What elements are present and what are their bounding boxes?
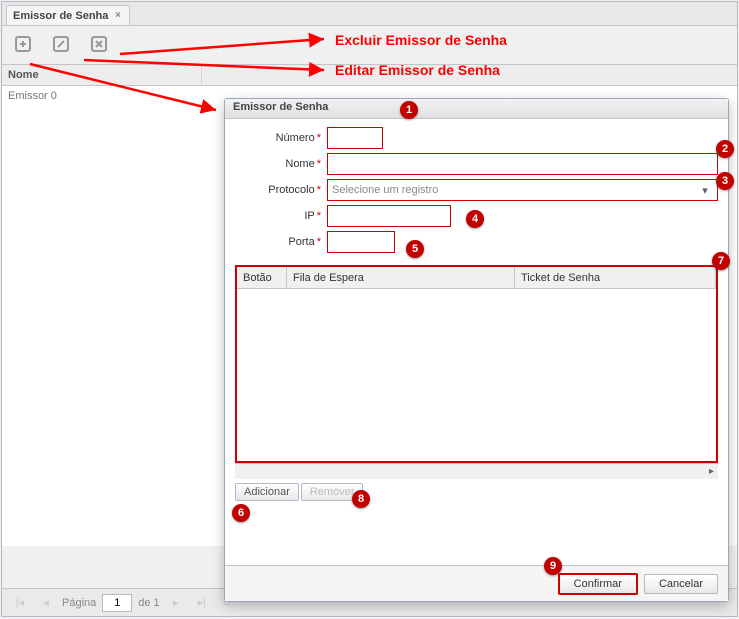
subgrid-body[interactable]	[237, 289, 716, 461]
tab-label: Emissor de Senha	[13, 10, 108, 22]
modal-footer: Confirmar Cancelar	[225, 565, 728, 601]
protocolo-placeholder: Selecione um registro	[332, 184, 438, 196]
cell-nome: Emissor 0	[8, 90, 57, 102]
next-page-button[interactable]: ▸	[166, 593, 186, 613]
remover-button[interactable]: Remover	[301, 483, 364, 501]
porta-input[interactable]	[327, 231, 395, 253]
numero-input[interactable]	[327, 127, 383, 149]
prev-page-button[interactable]: ◂	[36, 593, 56, 613]
close-icon[interactable]: ×	[112, 10, 123, 21]
subgrid: Botão Fila de Espera Ticket de Senha	[235, 265, 718, 463]
sub-toolbar: Adicionar Remover	[225, 479, 728, 505]
last-page-button[interactable]: ▸|	[192, 593, 212, 613]
subgrid-header: Botão Fila de Espera Ticket de Senha	[237, 267, 716, 289]
protocolo-select[interactable]: Selecione um registro ▾	[327, 179, 718, 201]
adicionar-button[interactable]: Adicionar	[235, 483, 299, 501]
of-label: de 1	[138, 597, 159, 609]
edit-button[interactable]	[48, 32, 76, 58]
subgrid-col-botao[interactable]: Botão	[237, 267, 287, 288]
subgrid-col-ticket[interactable]: Ticket de Senha	[515, 267, 716, 288]
ip-input[interactable]	[327, 205, 451, 227]
subgrid-scrollbar[interactable]: ▸	[235, 463, 718, 479]
delete-button[interactable]	[86, 32, 114, 58]
nome-input[interactable]	[327, 153, 718, 175]
label-nome: Nome	[285, 158, 314, 170]
scroll-right-icon: ▸	[709, 466, 714, 477]
modal-emissor-senha: Emissor de Senha Número* Nome* Protocolo…	[224, 98, 729, 602]
grid-col-nome[interactable]: Nome	[2, 65, 202, 85]
label-ip: IP	[304, 210, 314, 222]
label-protocolo: Protocolo	[268, 184, 314, 196]
modal-title: Emissor de Senha	[225, 99, 728, 119]
tab-bar: Emissor de Senha ×	[2, 2, 737, 26]
toolbar	[2, 26, 737, 64]
page-input[interactable]	[102, 594, 132, 612]
first-page-button[interactable]: |◂	[10, 593, 30, 613]
confirmar-button[interactable]: Confirmar	[558, 573, 638, 595]
add-icon	[12, 33, 36, 57]
label-porta: Porta	[288, 236, 314, 248]
delete-icon	[88, 33, 112, 57]
edit-icon	[50, 33, 74, 57]
chevron-down-icon: ▾	[697, 182, 713, 198]
cancelar-button[interactable]: Cancelar	[644, 574, 718, 594]
subgrid-col-fila[interactable]: Fila de Espera	[287, 267, 515, 288]
add-button[interactable]	[10, 32, 38, 58]
label-numero: Número	[276, 132, 315, 144]
tab-emissor-senha[interactable]: Emissor de Senha ×	[6, 5, 130, 25]
grid-header: Nome	[2, 64, 737, 86]
page-label: Página	[62, 597, 96, 609]
modal-form: Número* Nome* Protocolo* Selecione um re…	[225, 119, 728, 261]
